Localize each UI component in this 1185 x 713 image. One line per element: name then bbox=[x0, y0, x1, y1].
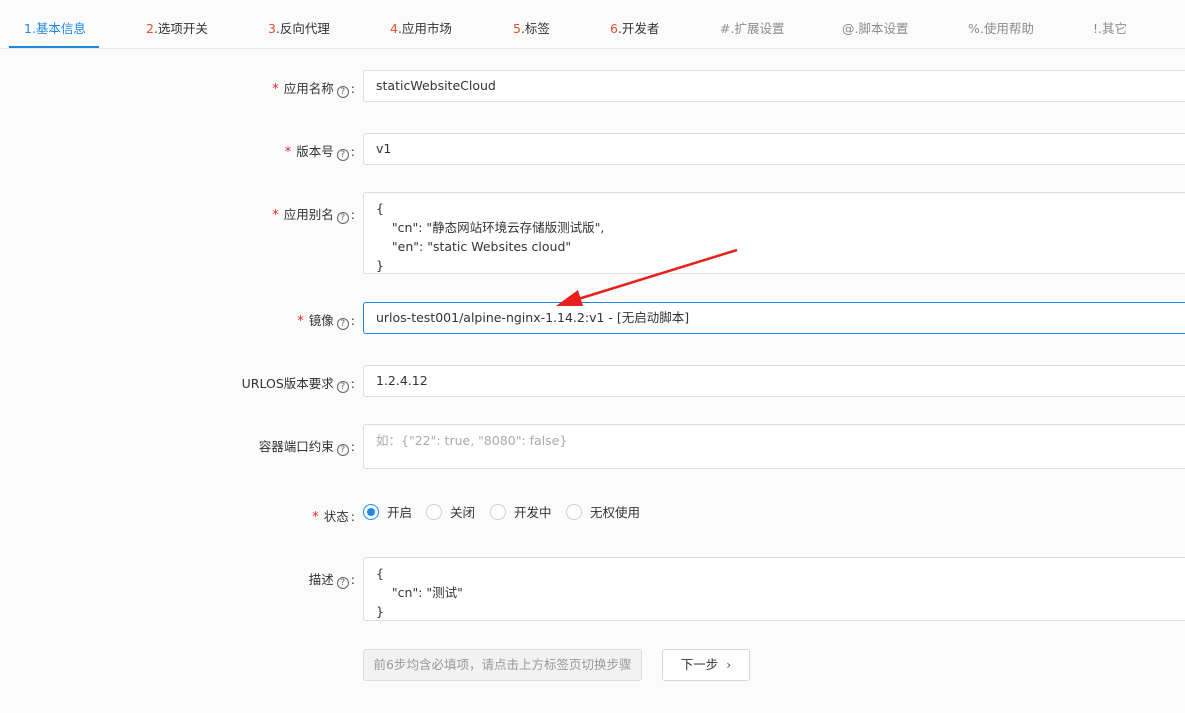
annotation-arrow-icon bbox=[556, 248, 738, 306]
